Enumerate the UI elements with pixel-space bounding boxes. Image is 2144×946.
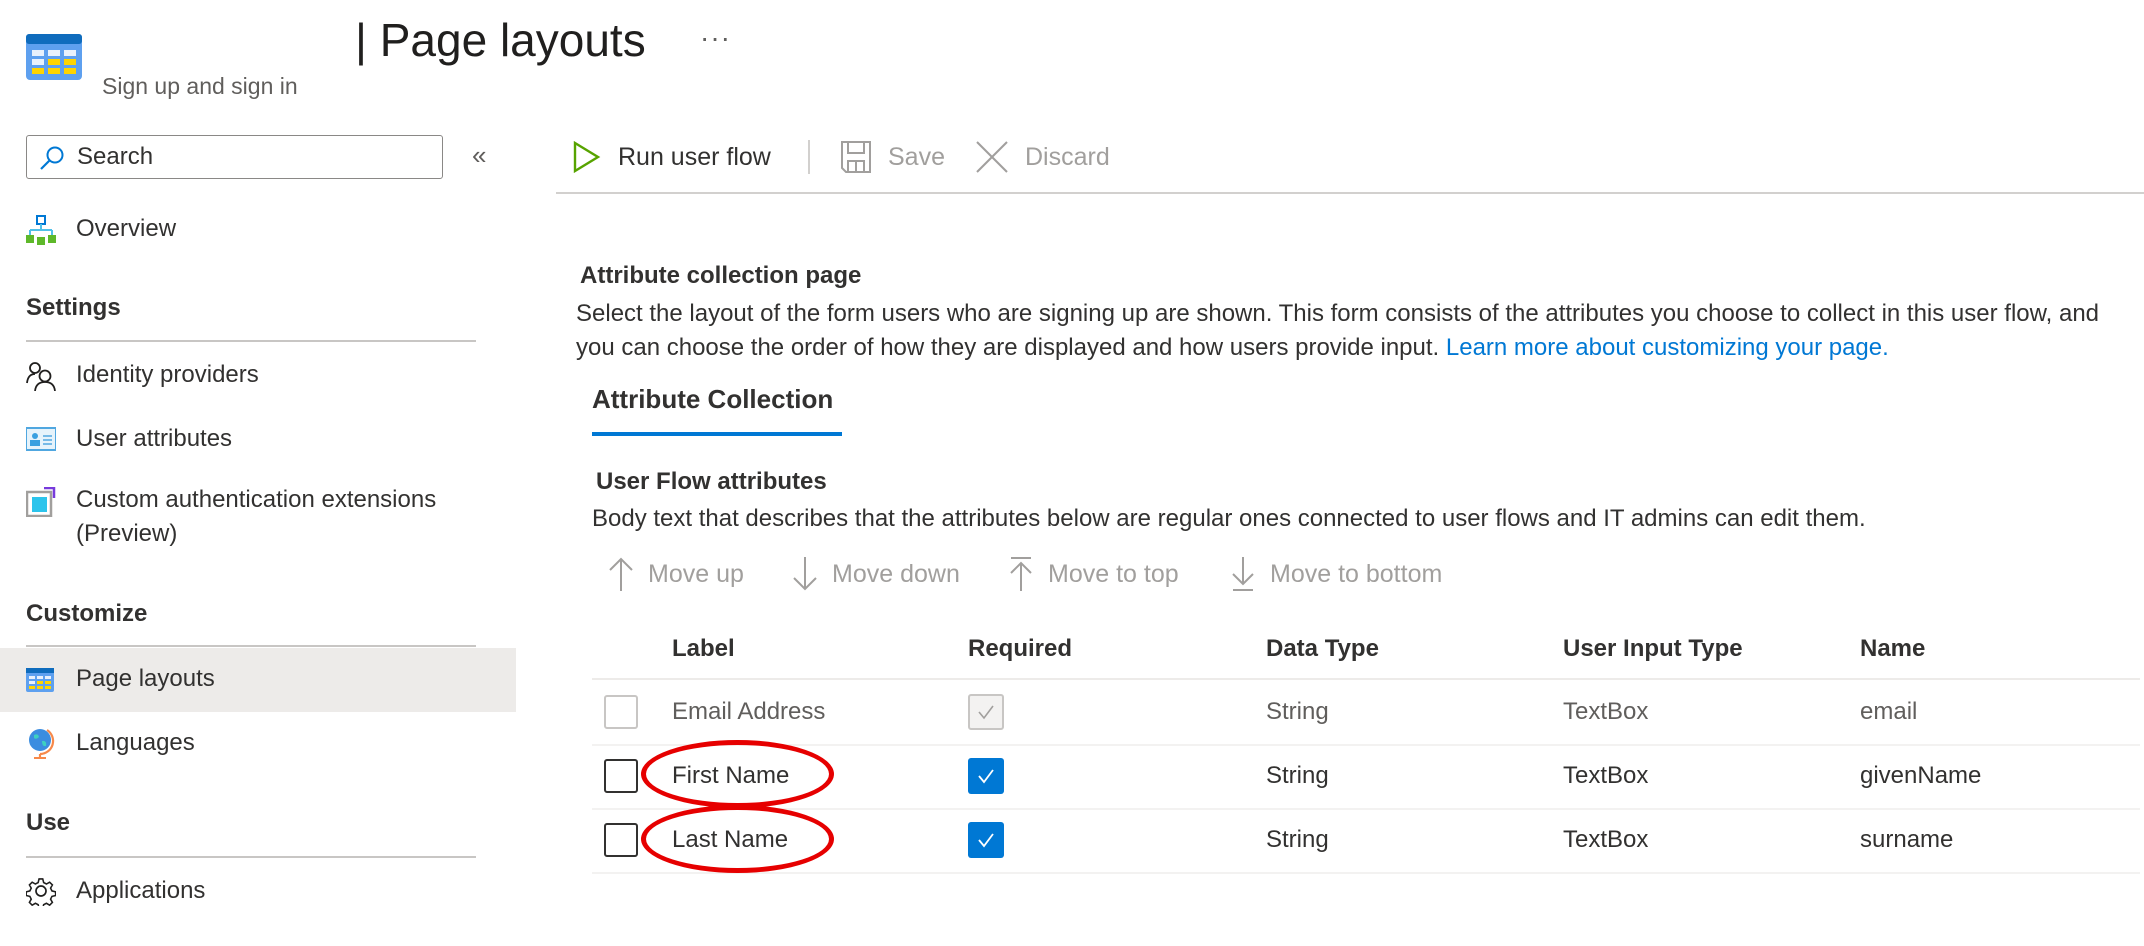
checkmark-icon [978,833,994,848]
section-divider [26,645,476,647]
table-row[interactable]: Email Address String TextBox email [592,680,2140,746]
sidebar-item-label-preview: (Preview) [76,520,178,547]
row-data-type: String [1266,762,1329,789]
checkmark-icon [978,769,994,784]
section-divider [26,856,476,858]
page-subtitle: Sign up and sign in [102,73,298,99]
column-header-user-input-type[interactable]: User Input Type [1563,620,1743,678]
discard-button[interactable]: Discard [975,136,1110,178]
more-options-icon[interactable]: ··· [700,22,731,54]
table-header-row: Label Required Data Type User Input Type… [592,620,2140,680]
highlight-ellipse-last-name [641,805,834,873]
people-icon [26,361,56,392]
column-header-label[interactable]: Label [672,620,735,678]
row-select-checkbox[interactable] [604,823,638,857]
move-down-label: Move down [832,559,960,588]
sidebar-item-page-layouts[interactable]: Page layouts [0,648,516,712]
required-checkbox [968,694,1004,730]
arrow-to-top-icon [1010,557,1032,591]
run-user-flow-label: Run user flow [618,142,771,171]
sidebar-item-label: User attributes [76,425,233,452]
checkmark-icon [978,705,994,720]
required-checkbox[interactable] [968,758,1004,794]
overview-hierarchy-icon [26,215,56,245]
column-header-name[interactable]: Name [1860,620,1925,678]
tab-attribute-collection[interactable]: Attribute Collection [592,384,833,415]
required-checkbox[interactable] [968,822,1004,858]
move-to-bottom-label: Move to bottom [1270,559,1443,588]
sidebar-item-custom-auth-extensions[interactable]: Custom authentication extensions (Previe… [0,472,516,562]
page-layouts-app-icon [26,34,82,80]
save-label: Save [888,142,945,171]
move-down-button[interactable]: Move down [792,554,960,594]
page-layouts-icon [26,668,56,698]
row-name: givenName [1860,762,1982,789]
row-label: Email Address [672,698,826,725]
arrow-down-icon [793,557,817,591]
highlight-ellipse-first-name [641,740,834,808]
sidebar-item-label: Identity providers [76,361,259,388]
learn-more-link[interactable]: Learn more about customizing your page. [1446,334,1889,361]
globe-icon [26,727,56,759]
sidebar-item-label: Languages [76,729,195,756]
sidebar-item-label: Custom authentication extensions [76,486,437,513]
row-select-checkbox[interactable] [604,695,638,729]
sidebar-section-settings: Settings [26,294,121,321]
sidebar-item-user-attributes[interactable]: User attributes [0,408,516,472]
play-icon [573,141,601,173]
move-to-top-button[interactable]: Move to top [1008,554,1179,594]
search-icon [39,145,65,171]
collapse-sidebar-icon[interactable]: « [472,140,486,171]
sidebar-section-customize: Customize [26,600,148,627]
row-data-type: String [1266,698,1329,725]
sidebar-item-label: Applications [76,877,206,904]
toolbar-divider [556,192,2144,194]
sidebar-item-identity-providers[interactable]: Identity providers [0,344,516,408]
sidebar-item-overview[interactable]: Overview [0,198,516,262]
subsection-title: User Flow attributes [596,468,827,495]
sidebar-item-applications[interactable]: Applications [0,860,516,924]
row-data-type: String [1266,826,1329,853]
sidebar-item-languages[interactable]: Languages [0,712,516,776]
active-tab-indicator [592,432,842,436]
close-icon [976,141,1008,173]
sidebar-item-label: Overview [76,215,177,242]
run-user-flow-button[interactable]: Run user flow [570,136,771,178]
save-button[interactable]: Save [840,136,945,178]
save-icon [841,141,871,173]
arrow-to-bottom-icon [1232,557,1254,591]
move-up-label: Move up [648,559,744,588]
extension-icon [25,486,56,518]
row-input-type: TextBox [1563,762,1649,789]
gear-icon [25,876,57,910]
toolbar-separator [808,140,810,174]
sidebar-item-label: Page layouts [76,665,215,692]
move-up-button[interactable]: Move up [608,554,744,594]
section-description: Select the layout of the form users who … [576,297,2141,365]
move-to-top-label: Move to top [1048,559,1179,588]
sidebar-search-input[interactable]: Search [26,135,443,179]
row-select-checkbox[interactable] [604,759,638,793]
section-title: Attribute collection page [580,262,862,289]
search-placeholder: Search [77,143,154,170]
row-name: surname [1860,826,1954,853]
row-name: email [1860,698,1918,725]
row-input-type: TextBox [1563,826,1649,853]
sidebar-section-use: Use [26,809,71,836]
discard-label: Discard [1025,142,1110,171]
contact-card-icon [25,426,57,456]
arrow-up-icon [609,557,633,591]
page-title: | Page layouts [355,14,646,66]
column-header-required[interactable]: Required [968,620,1072,678]
column-header-data-type[interactable]: Data Type [1266,620,1379,678]
row-input-type: TextBox [1563,698,1649,725]
move-to-bottom-button[interactable]: Move to bottom [1230,554,1442,594]
section-divider [26,340,476,342]
subsection-description: Body text that describes that the attrib… [592,505,1866,532]
